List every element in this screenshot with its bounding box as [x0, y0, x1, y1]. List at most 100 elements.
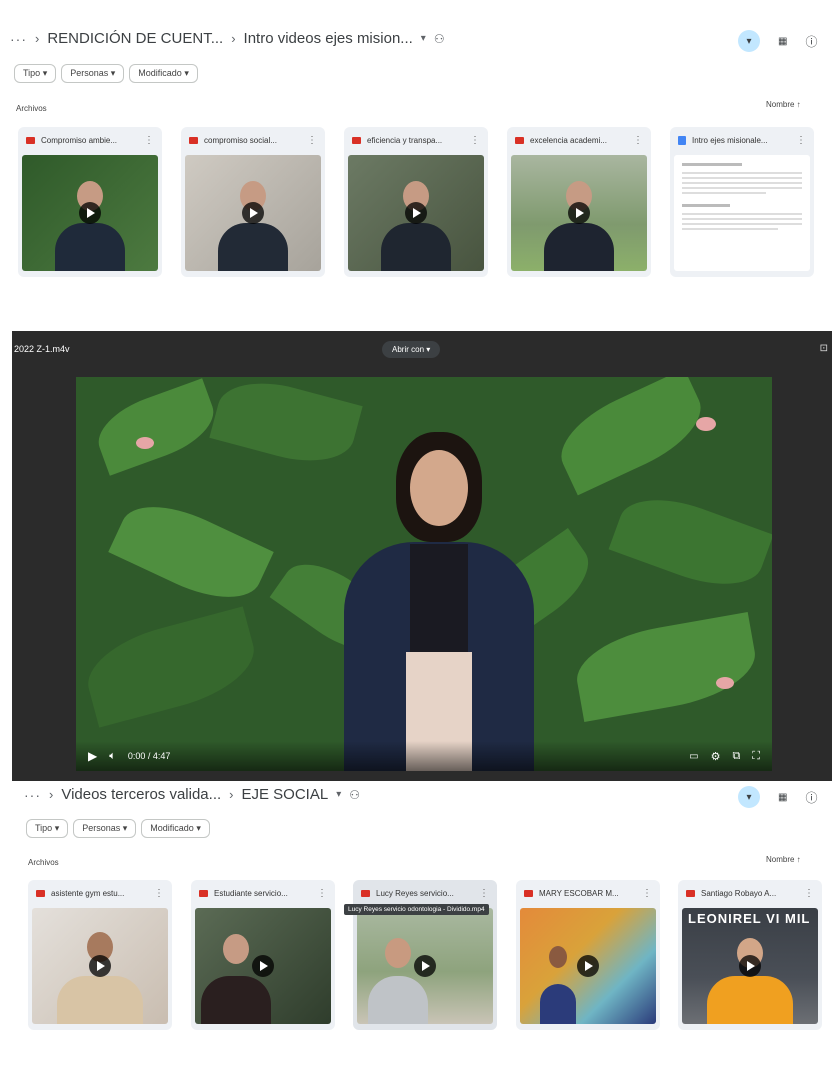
breadcrumb-more[interactable]: ···	[10, 31, 27, 47]
file-name: Estudiante servicio...	[214, 888, 288, 898]
video-thumbnail	[511, 155, 647, 271]
play-icon[interactable]	[89, 955, 111, 977]
filter-people[interactable]: Personas ▾	[61, 64, 125, 83]
doc-file-icon	[678, 135, 686, 145]
filter-chips: Tipo ▾ Personas ▾ Modificado ▾	[26, 819, 215, 838]
file-card[interactable]: Compromiso ambie... ⋮	[18, 127, 162, 277]
more-options-icon[interactable]: ⋮	[470, 135, 480, 146]
doc-thumbnail	[674, 155, 810, 271]
breadcrumb-parent[interactable]: Videos terceros valida...	[61, 786, 221, 803]
section-label: Archivos	[28, 858, 59, 867]
breadcrumb: ··· › Videos terceros valida... › EJE SO…	[24, 786, 360, 803]
info-icon[interactable]: ⓘ	[805, 33, 817, 50]
file-name: Santiago Robayo A...	[701, 888, 777, 898]
play-icon[interactable]	[242, 202, 264, 224]
settings-icon[interactable]: ⚙	[711, 750, 721, 763]
breadcrumb-current[interactable]: EJE SOCIAL	[242, 786, 329, 803]
play-icon[interactable]	[405, 202, 427, 224]
file-card[interactable]: Santiago Robayo A... ⋮ LEONIREL VI MIL	[678, 880, 822, 1030]
open-with-button[interactable]: Abrir con ▾	[382, 341, 441, 358]
more-options-icon[interactable]: ⋮	[307, 135, 317, 146]
more-options-icon[interactable]: ⋮	[804, 888, 814, 899]
filter-people[interactable]: Personas ▾	[73, 819, 137, 838]
video-thumbnail	[22, 155, 158, 271]
pip-icon[interactable]: ⧉	[732, 750, 740, 763]
filter-type[interactable]: Tipo ▾	[14, 64, 57, 83]
play-icon[interactable]	[414, 955, 436, 977]
play-icon[interactable]	[568, 202, 590, 224]
breadcrumb: ··· › RENDICIÓN DE CUENT... › Intro vide…	[10, 30, 445, 47]
file-name: Intro ejes misionale...	[692, 135, 768, 145]
volume-icon[interactable]: 🔈︎	[109, 750, 116, 763]
file-card[interactable]: Intro ejes misionale... ⋮	[670, 127, 814, 277]
section-label: Archivos	[16, 104, 47, 113]
more-options-icon[interactable]: ⋮	[633, 135, 643, 146]
video-file-icon	[199, 889, 208, 897]
fullscreen-icon[interactable]: ⛶	[752, 750, 760, 763]
list-view-icon[interactable]: ▾	[738, 786, 760, 808]
more-options-icon[interactable]: ⋮	[796, 135, 806, 146]
video-thumbnail	[357, 908, 493, 1024]
chevron-right-icon: ›	[35, 31, 40, 46]
file-card[interactable]: excelencia academi... ⋮	[507, 127, 651, 277]
file-name: asistente gym estu...	[51, 888, 125, 898]
video-file-icon	[361, 889, 370, 897]
file-card[interactable]: Estudiante servicio... ⋮	[191, 880, 335, 1030]
download-icon[interactable]: ⊡	[820, 343, 828, 354]
breadcrumb-current[interactable]: Intro videos ejes mision...	[244, 30, 413, 47]
video-thumbnail	[185, 155, 321, 271]
more-options-icon[interactable]: ⋮	[317, 888, 327, 899]
video-file-icon	[36, 889, 45, 897]
player-controls: ▶ 🔈︎ 0:00 / 4:47 ▭ ⚙ ⧉ ⛶	[76, 741, 772, 771]
captions-icon[interactable]: ▭	[689, 751, 698, 762]
file-card[interactable]: Lucy Reyes servicio... ⋮	[353, 880, 497, 1030]
play-icon[interactable]	[577, 955, 599, 977]
file-card[interactable]: compromiso social... ⋮	[181, 127, 325, 277]
video-thumbnail	[348, 155, 484, 271]
view-toolbar: ▾ ▦ ⓘ	[738, 786, 817, 808]
grid-view-icon[interactable]: ▦	[778, 792, 787, 803]
file-name: eficiencia y transpa...	[367, 135, 443, 145]
breadcrumb-more[interactable]: ···	[24, 787, 41, 803]
file-name: Compromiso ambie...	[41, 135, 118, 145]
grid-view-icon[interactable]: ▦	[778, 36, 787, 47]
more-options-icon[interactable]: ⋮	[154, 888, 164, 899]
sort-control[interactable]: Nombre ↑	[766, 855, 801, 864]
viewer-filename: 2022 Z-1.m4v	[14, 344, 70, 354]
more-options-icon[interactable]: ⋮	[479, 888, 489, 899]
more-options-icon[interactable]: ⋮	[144, 135, 154, 146]
filter-chips: Tipo ▾ Personas ▾ Modificado ▾	[14, 64, 203, 83]
filter-modified[interactable]: Modificado ▾	[129, 64, 198, 83]
info-icon[interactable]: ⓘ	[805, 789, 817, 806]
file-card[interactable]: eficiencia y transpa... ⋮	[344, 127, 488, 277]
video-thumbnail	[32, 908, 168, 1024]
file-name: compromiso social...	[204, 135, 277, 145]
file-card[interactable]: asistente gym estu... ⋮	[28, 880, 172, 1030]
chevron-down-icon[interactable]: ▾	[336, 789, 341, 800]
play-icon[interactable]	[252, 955, 274, 977]
chevron-down-icon[interactable]: ▾	[421, 33, 426, 44]
video-thumbnail: LEONIREL VI MIL	[682, 908, 818, 1024]
video-thumbnail	[520, 908, 656, 1024]
more-options-icon[interactable]: ⋮	[642, 888, 652, 899]
play-icon[interactable]	[739, 955, 761, 977]
video-file-icon	[352, 136, 361, 144]
video-file-icon	[189, 136, 198, 144]
file-name: excelencia academi...	[530, 135, 607, 145]
presenter	[344, 432, 534, 771]
file-tooltip: Lucy Reyes servicio odontologia - Dividi…	[344, 904, 489, 915]
list-view-icon[interactable]: ▾	[738, 30, 760, 52]
filter-modified[interactable]: Modificado ▾	[141, 819, 210, 838]
chevron-right-icon: ›	[49, 787, 54, 802]
sort-control[interactable]: Nombre ↑	[766, 100, 801, 109]
thumbnail-overlay-text: LEONIREL VI MIL	[688, 911, 811, 926]
play-icon[interactable]: ▶	[88, 749, 97, 763]
file-card[interactable]: MARY ESCOBAR M... ⋮	[516, 880, 660, 1030]
breadcrumb-parent[interactable]: RENDICIÓN DE CUENT...	[47, 30, 223, 47]
filter-type[interactable]: Tipo ▾	[26, 819, 69, 838]
video-player[interactable]: ▶ 🔈︎ 0:00 / 4:47 ▭ ⚙ ⧉ ⛶	[76, 377, 772, 771]
chevron-right-icon: ›	[229, 787, 234, 802]
video-file-icon	[686, 889, 695, 897]
play-icon[interactable]	[79, 202, 101, 224]
time-display: 0:00 / 4:47	[127, 751, 171, 761]
